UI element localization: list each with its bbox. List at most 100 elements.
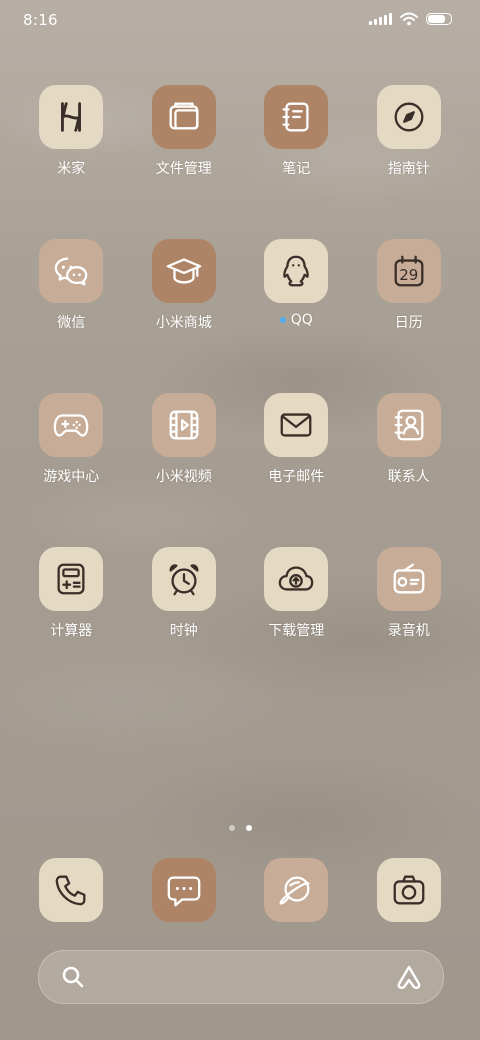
- app-download-manager[interactable]: 下载管理: [240, 547, 353, 640]
- camera-icon: [393, 875, 425, 905]
- app-qq[interactable]: QQ: [240, 239, 353, 332]
- recorder-icon: [393, 563, 425, 594]
- app-label-text: 文件管理: [155, 161, 212, 177]
- status-icons: [369, 12, 452, 26]
- status-bar: 8:16: [0, 0, 480, 40]
- app-label-text: 小米视频: [155, 469, 212, 485]
- app-icon-game-center[interactable]: [39, 393, 104, 457]
- app-label: 小米商城: [156, 312, 212, 332]
- gamepad-icon: [53, 414, 89, 437]
- dock-phone[interactable]: [15, 858, 128, 922]
- wechat-icon: [54, 257, 88, 286]
- app-compass[interactable]: 指南针: [353, 85, 466, 178]
- status-time: 8:16: [23, 11, 58, 29]
- app-label: 电子邮件: [268, 466, 324, 486]
- app-label-text: 米家: [57, 161, 86, 177]
- app-icon-messages[interactable]: [151, 858, 216, 922]
- app-label-text: 日历: [394, 315, 423, 331]
- app-calendar[interactable]: 29 日历: [353, 239, 466, 332]
- compass-icon: [394, 102, 424, 132]
- app-label: 游戏中心: [43, 466, 99, 486]
- app-label-text: 时钟: [169, 623, 198, 639]
- app-label-text: 笔记: [282, 161, 311, 177]
- app-label-text: 微信: [57, 315, 86, 331]
- app-icon-email[interactable]: [264, 393, 329, 457]
- page-dot[interactable]: [228, 825, 235, 831]
- new-notification-dot: [279, 317, 286, 323]
- app-contacts[interactable]: 联系人: [353, 393, 466, 486]
- app-icon-mi-store[interactable]: [151, 239, 216, 303]
- app-file-manager[interactable]: 文件管理: [128, 85, 241, 178]
- app-label: 微信: [57, 312, 85, 332]
- app-icon-calculator[interactable]: [39, 547, 104, 611]
- dock: [15, 858, 465, 922]
- app-label: QQ: [279, 312, 313, 328]
- app-mi-video[interactable]: 小米视频: [128, 393, 241, 486]
- signal-icon: [369, 13, 392, 25]
- app-recorder[interactable]: 录音机: [353, 547, 466, 640]
- app-label-text: 下载管理: [268, 623, 325, 639]
- app-label-text: 电子邮件: [268, 469, 325, 485]
- dock-camera[interactable]: [353, 858, 466, 922]
- app-email[interactable]: 电子邮件: [240, 393, 353, 486]
- app-label-text: 游戏中心: [43, 469, 100, 485]
- app-label-text: QQ: [290, 312, 313, 328]
- app-label: 计算器: [50, 620, 92, 640]
- app-icon-clock[interactable]: [151, 547, 216, 611]
- app-icon-mijia[interactable]: [39, 85, 104, 149]
- message-icon: [167, 876, 201, 907]
- app-label-text: 指南针: [387, 161, 430, 177]
- app-label: 小米视频: [156, 466, 212, 486]
- notebook-icon: [282, 102, 309, 132]
- page-indicator: [0, 825, 480, 831]
- app-icon-phone[interactable]: [39, 858, 104, 922]
- cloud-download-icon: [278, 566, 314, 591]
- app-calculator[interactable]: 计算器: [15, 547, 128, 640]
- app-icon-qq[interactable]: [264, 239, 329, 303]
- app-mi-store[interactable]: 小米商城: [128, 239, 241, 332]
- app-icon-recorder[interactable]: [376, 547, 441, 611]
- app-label: 米家: [57, 158, 85, 178]
- app-icon-download-manager[interactable]: [264, 547, 329, 611]
- dock-browser[interactable]: [240, 858, 353, 922]
- battery-icon: [426, 13, 452, 25]
- mail-icon: [280, 413, 312, 437]
- video-icon: [169, 410, 199, 440]
- app-label: 录音机: [388, 620, 430, 640]
- app-label: 指南针: [388, 158, 430, 178]
- app-icon-mi-video[interactable]: [151, 393, 216, 457]
- app-label-text: 录音机: [387, 623, 430, 639]
- search-icon[interactable]: [61, 965, 85, 989]
- calculator-icon: [57, 563, 85, 595]
- app-icon-contacts[interactable]: [376, 393, 441, 457]
- dock-messages[interactable]: [128, 858, 241, 922]
- phone-icon: [55, 875, 86, 906]
- app-label-text: 小米商城: [155, 315, 212, 331]
- app-icon-file-manager[interactable]: [151, 85, 216, 149]
- calendar-day: 29: [399, 266, 419, 284]
- app-label: 文件管理: [156, 158, 212, 178]
- qq-penguin-icon: [283, 255, 310, 287]
- assistant-icon[interactable]: [395, 963, 423, 991]
- battery-level: [428, 15, 445, 23]
- app-icon-browser[interactable]: [264, 858, 329, 922]
- page-dot-active[interactable]: [245, 825, 252, 831]
- app-label: 联系人: [388, 466, 430, 486]
- app-icon-compass[interactable]: [376, 85, 441, 149]
- app-icon-notes[interactable]: [264, 85, 329, 149]
- app-icon-calendar[interactable]: 29: [376, 239, 441, 303]
- app-label: 时钟: [170, 620, 198, 640]
- app-notes[interactable]: 笔记: [240, 85, 353, 178]
- app-icon-wechat[interactable]: [39, 239, 104, 303]
- app-clock[interactable]: 时钟: [128, 547, 241, 640]
- search-bar[interactable]: [38, 950, 444, 1004]
- app-icon-camera[interactable]: [376, 858, 441, 922]
- folder-icon: [169, 102, 199, 130]
- app-label-text: 计算器: [50, 623, 93, 639]
- browser-icon: [279, 876, 310, 905]
- app-wechat[interactable]: 微信: [15, 239, 128, 332]
- app-game-center[interactable]: 游戏中心: [15, 393, 128, 486]
- app-mijia[interactable]: 米家: [15, 85, 128, 178]
- app-label: 下载管理: [268, 620, 324, 640]
- wifi-icon: [400, 12, 418, 26]
